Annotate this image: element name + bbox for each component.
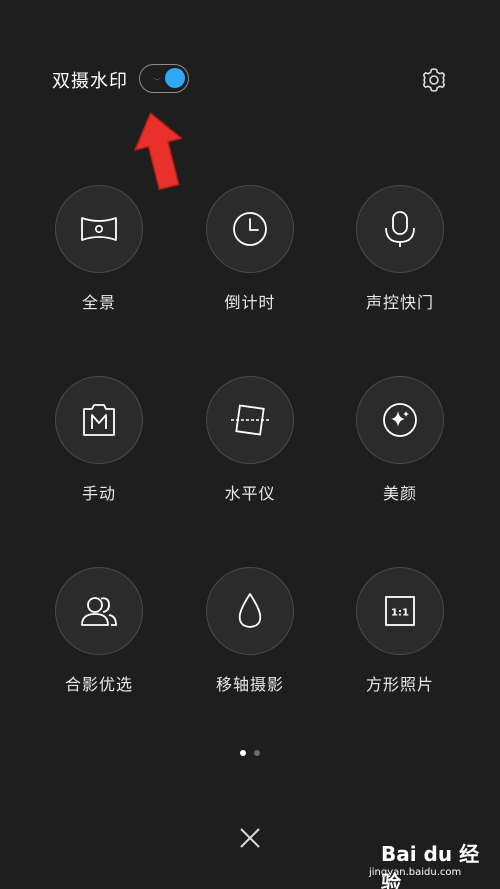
microphone-icon	[356, 185, 444, 273]
mode-voice-shutter[interactable]: 声控快门	[326, 185, 476, 325]
mode-manual[interactable]: 手动	[25, 376, 175, 516]
manual-m-icon	[55, 376, 143, 464]
baidu-jingyan-watermark: Bai du 经验 jingyan.baidu.com	[355, 838, 495, 889]
mode-square-photo[interactable]: 1:1 方形照片	[326, 567, 476, 707]
camera-more-modes-screen: 双摄水印 ·–· 全景 倒计时 声控快门 手动 水平仪 美颜 合影优选 移轴摄影…	[0, 0, 500, 889]
mode-tilt-shift[interactable]: 移轴摄影	[176, 567, 326, 707]
mode-panorama[interactable]: 全景	[25, 185, 175, 325]
mode-group-best[interactable]: 合影优选	[25, 567, 175, 707]
toggle-knob	[165, 68, 185, 88]
watermark-brand: Bai du 经验	[381, 842, 480, 889]
watermark-url: jingyan.baidu.com	[369, 867, 462, 878]
beauty-sparkle-icon	[356, 376, 444, 464]
mode-label: 方形照片	[365, 675, 434, 694]
mode-label: 合影优选	[64, 675, 133, 694]
mode-label: 手动	[81, 484, 116, 503]
mode-label: 全景	[81, 293, 116, 312]
mode-label: 倒计时	[224, 293, 276, 312]
mode-label: 移轴摄影	[215, 675, 284, 694]
square-ratio-text: 1:1	[391, 608, 409, 619]
mode-label: 水平仪	[224, 484, 276, 503]
clock-icon	[206, 185, 294, 273]
panorama-icon	[55, 185, 143, 273]
drop-icon	[206, 567, 294, 655]
page-indicator	[238, 750, 262, 758]
square-1-1-icon: 1:1	[356, 567, 444, 655]
page-dot-active[interactable]	[240, 750, 246, 756]
dual-camera-watermark-label: 双摄水印	[52, 71, 128, 92]
mode-level[interactable]: 水平仪	[176, 376, 326, 516]
close-icon[interactable]	[237, 825, 263, 851]
level-icon	[206, 376, 294, 464]
dual-camera-watermark-toggle[interactable]: ·–·	[139, 64, 189, 93]
gear-icon[interactable]	[420, 66, 448, 94]
group-people-icon	[55, 567, 143, 655]
mode-countdown[interactable]: 倒计时	[176, 185, 326, 325]
red-arrow-up-icon	[130, 110, 190, 192]
mode-beauty[interactable]: 美颜	[326, 376, 476, 516]
mode-label: 美颜	[382, 484, 417, 503]
page-dot-inactive[interactable]	[254, 750, 260, 756]
toggle-off-mark: ·–·	[153, 75, 161, 83]
mode-label: 声控快门	[365, 293, 434, 312]
